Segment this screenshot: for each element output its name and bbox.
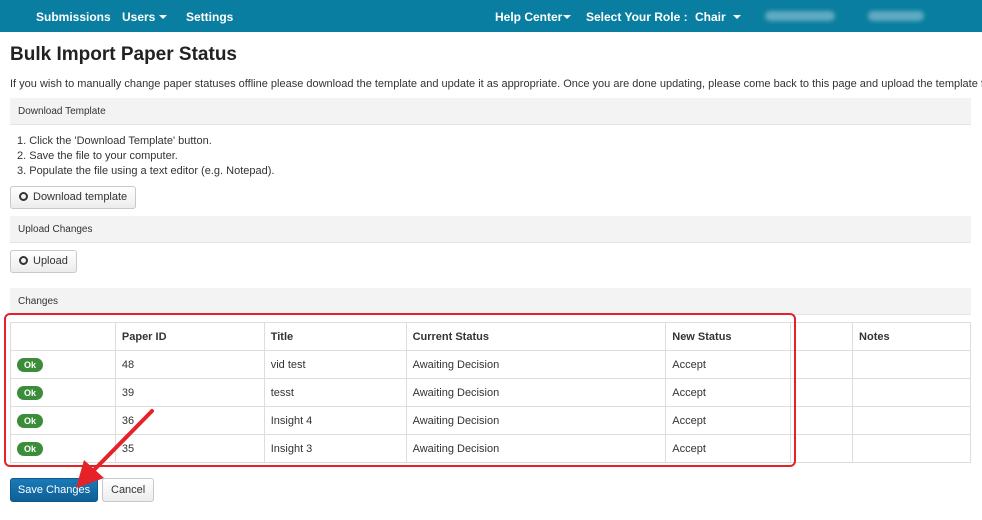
cancel-button[interactable]: Cancel — [102, 478, 155, 502]
extra-cell — [790, 406, 854, 435]
title-cell: Insight 3 — [263, 434, 407, 463]
table-row: Ok 36 Insight 4 Awaiting Decision Accept — [10, 406, 971, 435]
new-status-cell: Accept — [665, 434, 792, 463]
col-header-badge — [10, 322, 116, 351]
badge-cell: Ok — [10, 406, 116, 435]
table-row: Ok 35 Insight 3 Awaiting Decision Accept — [10, 434, 971, 463]
col-header-extra — [790, 322, 854, 351]
download-icon — [19, 191, 28, 201]
download-section-header: Download Template — [10, 98, 971, 125]
upload-button[interactable]: Upload — [10, 250, 77, 273]
notes-cell — [852, 350, 971, 379]
chevron-down-icon — [732, 14, 741, 19]
paper-id-cell: 35 — [114, 434, 265, 463]
extra-cell — [790, 350, 854, 379]
changes-section-header: Changes — [10, 288, 971, 315]
page-title: Bulk Import Paper Status — [10, 44, 237, 65]
col-header-paper-id: Paper ID — [114, 322, 265, 351]
badge-cell: Ok — [10, 434, 116, 463]
intro-text: If you wish to manually change paper sta… — [10, 78, 982, 90]
upload-section-header: Upload Changes — [10, 216, 971, 243]
nav-settings[interactable]: Settings — [186, 10, 233, 24]
upload-icon — [19, 255, 28, 265]
current-status-cell: Awaiting Decision — [405, 434, 667, 463]
table-header-row: Paper ID Title Current Status New Status… — [10, 322, 971, 351]
new-status-cell: Accept — [665, 406, 792, 435]
title-cell: tesst — [263, 378, 407, 407]
extra-cell — [790, 378, 854, 407]
step-2: 2. Save the file to your computer. — [17, 150, 178, 162]
nav-role-select[interactable]: Chair — [695, 10, 741, 24]
changes-table: Paper ID Title Current Status New Status… — [10, 322, 971, 463]
new-status-cell: Accept — [665, 378, 792, 407]
title-cell: Insight 4 — [263, 406, 407, 435]
current-status-cell: Awaiting Decision — [405, 350, 667, 379]
paper-id-cell: 36 — [114, 406, 265, 435]
notes-cell — [852, 378, 971, 407]
status-badge: Ok — [17, 441, 44, 456]
download-template-label: Download template — [33, 191, 128, 203]
redacted-account-info — [868, 11, 924, 21]
table-row: Ok 48 vid test Awaiting Decision Accept — [10, 350, 971, 379]
nav-role-value: Chair — [695, 10, 726, 24]
badge-cell: Ok — [10, 350, 116, 379]
nav-users[interactable]: Users — [122, 10, 168, 24]
table-row: Ok 39 tesst Awaiting Decision Accept — [10, 378, 971, 407]
paper-id-cell: 48 — [114, 350, 265, 379]
status-badge: Ok — [17, 357, 44, 372]
current-status-cell: Awaiting Decision — [405, 406, 667, 435]
notes-cell — [852, 434, 971, 463]
col-header-current-status: Current Status — [405, 322, 667, 351]
status-badge: Ok — [17, 385, 44, 400]
new-status-cell: Accept — [665, 350, 792, 379]
title-cell: vid test — [263, 350, 407, 379]
col-header-title: Title — [263, 322, 407, 351]
paper-id-cell: 39 — [114, 378, 265, 407]
extra-cell — [790, 434, 854, 463]
nav-help-center[interactable]: Help Center — [495, 10, 572, 24]
col-header-new-status: New Status — [665, 322, 792, 351]
nav-submissions[interactable]: Submissions — [36, 10, 111, 24]
save-changes-button[interactable]: Save Changes — [10, 478, 98, 502]
status-badge: Ok — [17, 413, 44, 428]
redacted-user-info — [765, 11, 835, 21]
nav-users-label: Users — [122, 10, 156, 24]
col-header-notes: Notes — [852, 322, 971, 351]
chevron-down-icon — [563, 14, 572, 19]
nav-role-label: Select Your Role : — [586, 10, 688, 24]
current-status-cell: Awaiting Decision — [405, 378, 667, 407]
notes-cell — [852, 406, 971, 435]
upload-label: Upload — [33, 255, 68, 267]
nav-help-center-label: Help Center — [495, 10, 563, 24]
step-1: 1. Click the 'Download Template' button. — [17, 135, 212, 147]
badge-cell: Ok — [10, 378, 116, 407]
chevron-down-icon — [159, 14, 168, 19]
download-steps: 1. Click the 'Download Template' button.… — [17, 134, 274, 179]
top-nav-bar: Submissions Users Settings Help Center S… — [0, 0, 982, 32]
step-3: 3. Populate the file using a text editor… — [17, 165, 275, 177]
download-template-button[interactable]: Download template — [10, 186, 137, 209]
